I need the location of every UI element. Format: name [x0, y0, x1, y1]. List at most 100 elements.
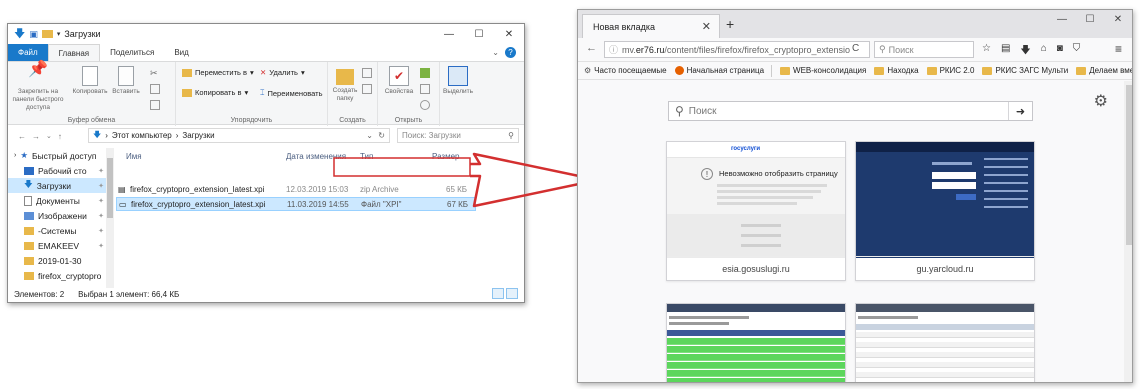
home-icon[interactable]: ⌂ — [1041, 43, 1047, 60]
url-bar[interactable]: ⓘ mv. er76.ru/content/files/firefox/firef… — [604, 41, 870, 58]
properties-icon[interactable]: ▣ — [29, 29, 38, 40]
nav-item-emakeev[interactable]: EMAKEEV ✦ — [8, 238, 106, 253]
rename-button[interactable]: ⌶ Переименовать — [260, 88, 322, 98]
table-row-selected[interactable]: ▭ firefox_cryptopro_extension_latest.xpi… — [116, 197, 476, 211]
download-icon[interactable]: 🡇 — [1020, 43, 1030, 60]
nav-item-quick-access[interactable]: › ★ Быстрый доступ — [8, 148, 106, 163]
top-site-tile-esia[interactable]: госуслуги ! Невозможно отобразить страни… — [666, 141, 846, 281]
search-go-arrow-icon[interactable]: ➜ — [1008, 102, 1032, 120]
address-field[interactable]: 🡇 › Этот компьютер › Загрузки ⌄ ↻ — [88, 128, 390, 143]
column-date[interactable]: Дата изменения — [286, 152, 346, 161]
pocket-icon[interactable]: ◙ — [1057, 43, 1063, 60]
move-to-button[interactable]: Переместить в ▾ — [182, 68, 254, 77]
history-button[interactable] — [420, 100, 430, 110]
cut-button[interactable]: ✂ — [150, 68, 160, 78]
nav-item-downloads[interactable]: 🡇 Загрузки ✦ — [8, 178, 106, 193]
column-type[interactable]: Тип — [360, 152, 373, 161]
search-input[interactable]: ⚲ Поиск — [874, 41, 974, 58]
up-arrow-icon[interactable]: ↑ — [58, 132, 62, 141]
copy-to-button[interactable]: Копировать в ▾ — [182, 88, 248, 97]
pin-icon: 📌 — [28, 61, 48, 78]
delete-button[interactable]: ✕ Удалить ▾ — [260, 68, 305, 77]
scrollbar-thumb[interactable] — [1126, 85, 1132, 245]
bookmark-rkis-2[interactable]: РКИС 2.0 — [926, 66, 974, 75]
down-arrow-icon[interactable]: 🡇 — [14, 25, 25, 44]
bookmark-most-visited[interactable]: ⚙ Часто посещаемые — [584, 66, 667, 75]
properties-button[interactable]: ✔ Свойства — [382, 66, 416, 96]
top-site-tile-3[interactable] — [666, 303, 846, 382]
top-site-tile-4[interactable] — [855, 303, 1035, 382]
scrollbar-thumb[interactable] — [107, 158, 113, 218]
new-tab-plus-icon[interactable]: + — [726, 16, 734, 32]
edit-button[interactable] — [420, 84, 430, 94]
new-item-button[interactable] — [362, 68, 372, 78]
page-scrollbar[interactable] — [1124, 81, 1132, 382]
table-row[interactable]: ▤ firefox_cryptopro_extension_latest.xpi… — [116, 183, 476, 197]
nav-item-2019-01-30[interactable]: 2019-01-30 — [8, 253, 106, 268]
nav-item-documents[interactable]: Документы ✦ — [8, 193, 106, 208]
folder-icon[interactable] — [41, 30, 53, 38]
large-icons-view-icon[interactable] — [506, 288, 518, 299]
nav-item-desktop[interactable]: Рабочий сто ✦ — [8, 163, 106, 178]
close-tab-icon[interactable]: ✕ — [702, 20, 711, 33]
star-icon[interactable]: ☆ — [982, 43, 991, 60]
back-arrow-icon[interactable]: ← — [18, 132, 26, 141]
top-site-tile-yarcloud[interactable]: gu.yarcloud.ru — [855, 141, 1035, 281]
nav-item-systems[interactable]: -Системы ✦ — [8, 223, 106, 238]
forward-arrow-icon[interactable]: → — [32, 132, 40, 141]
easy-access-button[interactable] — [362, 84, 372, 94]
reading-list-icon[interactable]: ▤ — [1001, 43, 1010, 60]
gear-icon[interactable]: ⚙ — [1094, 91, 1108, 111]
bookmark-start-page[interactable]: Начальная страница — [674, 64, 773, 77]
nav-scrollbar[interactable] — [106, 148, 114, 288]
chevron-down-icon[interactable]: ▾ — [57, 30, 61, 38]
tab-home[interactable]: Главная — [47, 44, 101, 61]
breadcrumb-this-pc[interactable]: Этот компьютер — [112, 131, 172, 140]
nav-item-firefox-cryptopro[interactable]: firefox_cryptopro — [8, 268, 106, 283]
copy-path-button[interactable] — [150, 84, 160, 94]
newtab-search-input[interactable]: ⚲ Поиск ➜ — [668, 101, 1033, 121]
close-button[interactable]: ✕ — [494, 24, 524, 44]
minimize-button[interactable]: — — [1048, 10, 1076, 28]
refresh-icon[interactable]: ↻ — [378, 131, 385, 140]
tab-new-tab[interactable]: Новая вкладка ✕ — [582, 14, 720, 38]
tab-view[interactable]: Вид — [164, 44, 198, 61]
column-size[interactable]: Размер — [432, 152, 460, 161]
search-input[interactable]: Поиск: Загрузки ⚲ — [397, 128, 519, 143]
tab-file[interactable]: Файл — [8, 44, 48, 61]
reload-icon[interactable]: C — [852, 43, 859, 54]
maximize-button[interactable]: ☐ — [464, 24, 494, 44]
paste-button[interactable]: Вставить — [108, 66, 144, 96]
bookmark-web-consolidation[interactable]: WEB-консолидация — [780, 66, 866, 75]
shield-icon[interactable]: ⛉ — [1073, 43, 1081, 60]
minimize-button[interactable]: — — [434, 24, 464, 44]
select-button[interactable]: Выделить — [440, 66, 476, 96]
pin-quick-access-button[interactable]: 📌 Закрепить на панели быстрого доступа — [10, 61, 66, 112]
back-arrow-icon[interactable]: ← — [586, 42, 597, 54]
open-button[interactable] — [420, 68, 430, 78]
paste-shortcut-button[interactable] — [150, 100, 160, 110]
chevron-down-icon[interactable]: ⌄ — [492, 48, 499, 57]
firefox-window: Новая вкладка ✕ + — ☐ ✕ ← ⓘ mv. er76.ru/c… — [577, 9, 1133, 383]
details-view-icon[interactable] — [492, 288, 504, 299]
hamburger-menu-icon[interactable]: ≡ — [1115, 42, 1122, 56]
address-bar-row: ← → ⌄ ↑ 🡇 › Этот компьютер › Загрузки ⌄ … — [8, 126, 524, 146]
pin-icon: ✦ — [98, 167, 104, 175]
column-name[interactable]: Имя — [126, 152, 142, 161]
bookmark-nahodka[interactable]: Находка — [874, 66, 919, 75]
breadcrumb-downloads[interactable]: Загрузки — [182, 131, 214, 140]
bookmark-rkis-zags[interactable]: РКИС ЗАГС Мульти — [982, 66, 1068, 75]
maximize-button[interactable]: ☐ — [1076, 10, 1104, 28]
column-headers: Имя Дата изменения Тип Размер — [116, 148, 524, 166]
chevron-down-icon[interactable]: ⌄ — [46, 132, 52, 140]
downloads-folder-icon: 🡇 — [93, 129, 102, 139]
copy-button[interactable]: Копировать — [72, 66, 108, 96]
chevron-down-icon[interactable]: ⌄ — [366, 131, 373, 140]
new-folder-button[interactable]: Создать папку — [330, 66, 360, 103]
nav-item-pictures[interactable]: Изображени ✦ — [8, 208, 106, 223]
tab-share[interactable]: Поделиться — [100, 44, 164, 61]
file-icon: ▭ — [119, 200, 127, 209]
close-button[interactable]: ✕ — [1104, 10, 1132, 28]
help-icon[interactable]: ? — [505, 47, 516, 58]
bookmark-do-together[interactable]: Делаем вместе — [1076, 66, 1132, 75]
